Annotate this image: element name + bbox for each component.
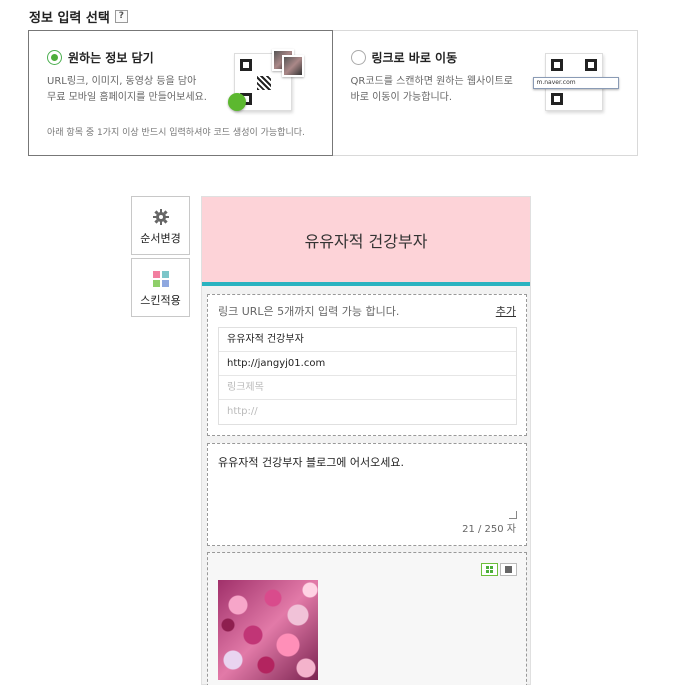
option-custom-info-label: 원하는 정보 담기 bbox=[68, 51, 154, 65]
option-custom-info-desc-line1: URL링크, 이미지, 동영상 등을 담아 bbox=[47, 76, 197, 87]
option-direct-link-desc: QR코드를 스캔하면 원하는 웹사이트로 바로 이동이 가능합니다. bbox=[351, 74, 541, 106]
resize-handle-icon[interactable] bbox=[509, 511, 517, 519]
option-direct-link-desc-line1: QR코드를 스캔하면 원하는 웹사이트로 bbox=[350, 76, 513, 87]
help-icon[interactable]: ? bbox=[114, 10, 128, 23]
section-title: 정보 입력 선택 ? bbox=[29, 7, 128, 26]
option-direct-link[interactable]: 링크로 바로 이동 QR코드를 스캔하면 원하는 웹사이트로 바로 이동이 가능… bbox=[333, 31, 638, 155]
preview-header[interactable]: 유유자적 건강부자 bbox=[202, 197, 530, 286]
option-group: 원하는 정보 담기 URL링크, 이미지, 동영상 등을 담아 무료 모바일 홈… bbox=[28, 30, 638, 156]
option-custom-info-note: 아래 항목 중 1가지 이상 반드시 입력하셔야 코드 생성이 가능합니다. bbox=[47, 128, 305, 138]
image-block[interactable] bbox=[207, 552, 527, 685]
link-block-head: 링크 URL은 5개까지 입력 가능 합니다. 추가 bbox=[208, 295, 526, 319]
view-toggle bbox=[481, 563, 517, 576]
text-block[interactable]: 유유자적 건강부자 블로그에 어서오세요. 21 / 250 자 bbox=[207, 443, 527, 546]
gear-icon bbox=[152, 209, 169, 225]
option-direct-link-desc-line2: 바로 이동이 가능합니다. bbox=[350, 92, 453, 103]
add-link-button[interactable]: 추가 bbox=[496, 303, 516, 319]
checkmark-badge-icon bbox=[228, 93, 246, 111]
flower-image[interactable] bbox=[218, 580, 318, 680]
radio-direct-link[interactable] bbox=[350, 50, 366, 65]
link-title-field-empty[interactable]: 링크제목 bbox=[219, 376, 516, 400]
apply-skin-button[interactable]: 스킨적용 bbox=[131, 258, 190, 317]
url-bar-icon: m.naver.com bbox=[532, 77, 619, 89]
intro-text[interactable]: 유유자적 건강부자 블로그에 어서오세요. bbox=[208, 444, 526, 480]
reorder-button[interactable]: 순서변경 bbox=[131, 196, 190, 255]
link-url-field-empty[interactable]: http:// bbox=[219, 400, 516, 424]
option-custom-info-desc-line2: 무료 모바일 홈페이지를 만들어보세요. bbox=[47, 92, 207, 103]
single-view-icon[interactable] bbox=[500, 563, 517, 576]
grid-view-icon[interactable] bbox=[481, 563, 498, 576]
option-custom-info-desc: URL링크, 이미지, 동영상 등을 담아 무료 모바일 홈페이지를 만들어보세… bbox=[47, 74, 237, 106]
option-direct-link-label: 링크로 바로 이동 bbox=[371, 51, 458, 65]
preview-title: 유유자적 건강부자 bbox=[304, 231, 428, 251]
photo-thumb-icon bbox=[282, 55, 304, 77]
link-hint: 링크 URL은 5개까지 입력 가능 합니다. bbox=[218, 305, 400, 318]
skin-label: 스킨적용 bbox=[140, 294, 181, 307]
link-block[interactable]: 링크 URL은 5개까지 입력 가능 합니다. 추가 유유자적 건강부자 htt… bbox=[207, 294, 527, 436]
radio-custom-info[interactable] bbox=[47, 50, 62, 65]
link-url-field[interactable]: http://jangyj01.com bbox=[219, 352, 516, 376]
section-title-text: 정보 입력 선택 bbox=[29, 11, 110, 26]
skin-palette-icon bbox=[152, 271, 169, 287]
link-title-field[interactable]: 유유자적 건강부자 bbox=[219, 328, 516, 352]
option-custom-info[interactable]: 원하는 정보 담기 URL링크, 이미지, 동영상 등을 담아 무료 모바일 홈… bbox=[28, 30, 333, 156]
char-counter: 21 / 250 자 bbox=[462, 524, 516, 535]
reorder-label: 순서변경 bbox=[140, 232, 181, 245]
mobile-preview: 유유자적 건강부자 링크 URL은 5개까지 입력 가능 합니다. 추가 유유자… bbox=[201, 196, 531, 685]
link-input-group: 유유자적 건강부자 http://jangyj01.com 링크제목 http:… bbox=[218, 327, 517, 425]
